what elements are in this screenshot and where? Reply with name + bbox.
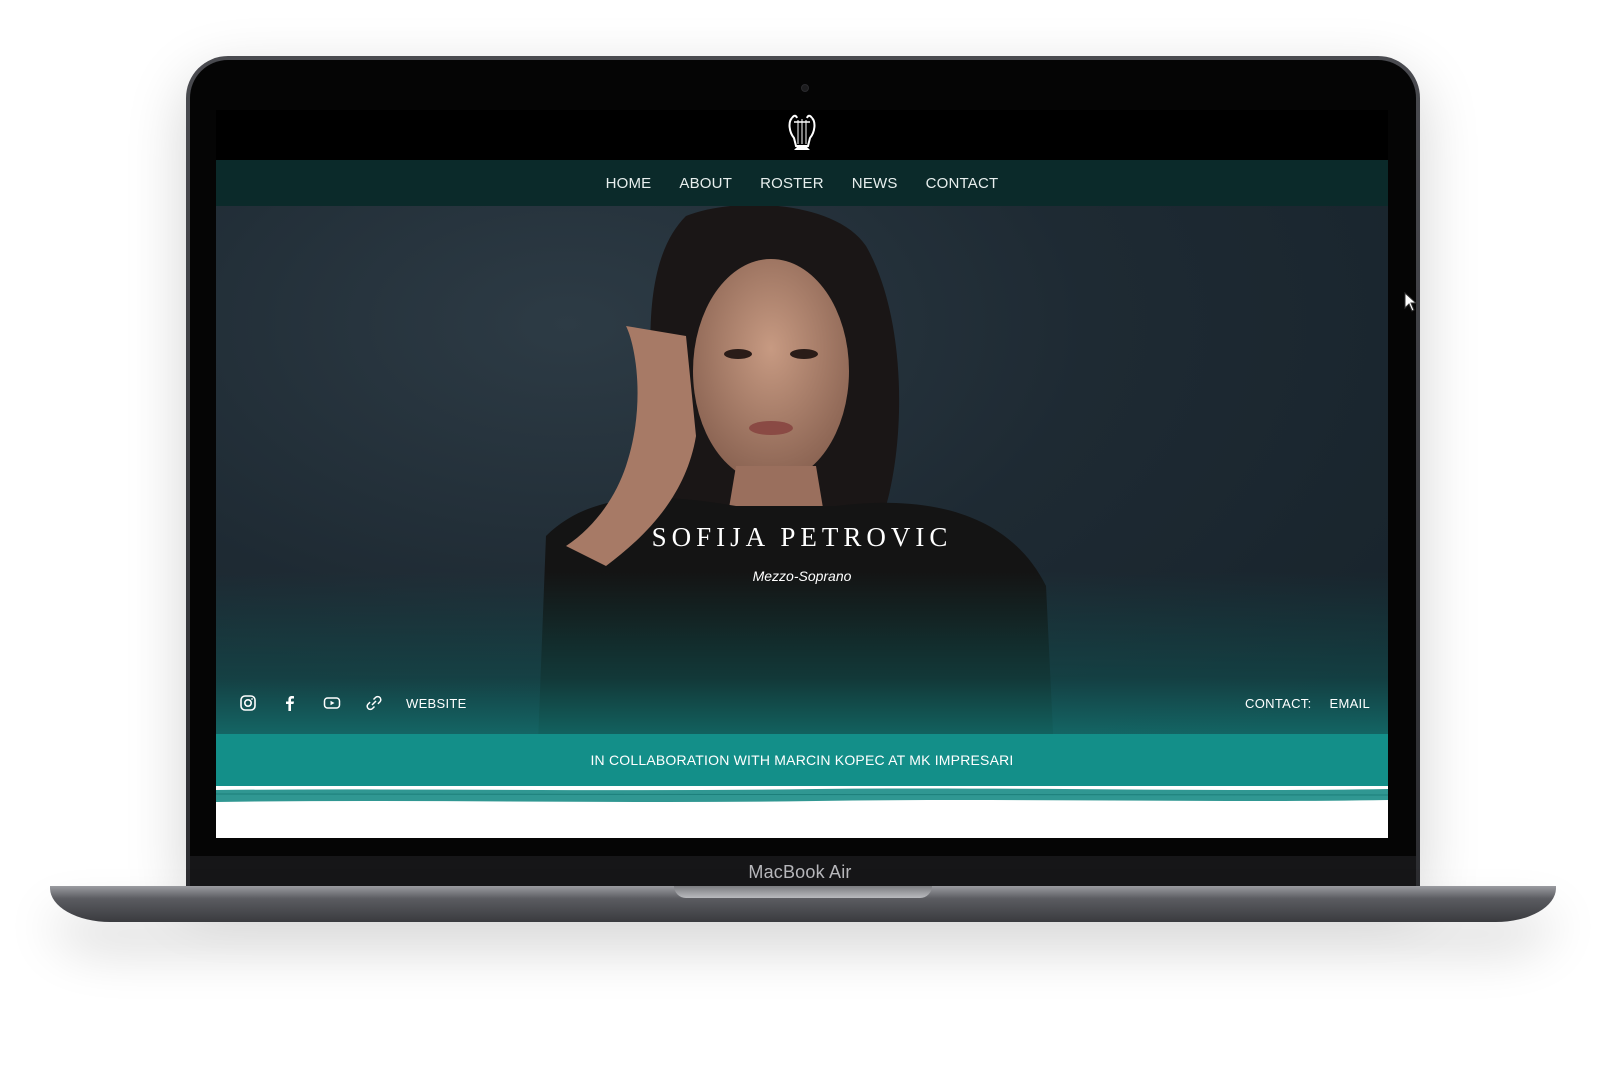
artist-voice-type: Mezzo-Soprano xyxy=(752,568,852,584)
nav-contact[interactable]: CONTACT xyxy=(926,175,999,192)
artist-name: SOFIJA PETROVIC xyxy=(651,522,953,552)
collaboration-band: IN COLLABORATION WITH MARCIN KOPEC AT MK… xyxy=(216,734,1388,786)
logo-bar xyxy=(216,110,1388,160)
camera-icon xyxy=(801,84,809,92)
link-icon[interactable] xyxy=(364,693,384,713)
email-link[interactable]: EMAIL xyxy=(1329,696,1370,711)
lyre-icon[interactable] xyxy=(784,112,820,156)
collaboration-text: IN COLLABORATION WITH MARCIN KOPEC AT MK… xyxy=(590,752,1014,768)
social-links: WEBSITE xyxy=(238,692,467,714)
brush-stroke-divider xyxy=(216,788,1388,802)
website-screen: HOME ABOUT ROSTER NEWS CONTACT SOFIJA PE… xyxy=(216,110,1388,838)
nav-about[interactable]: ABOUT xyxy=(679,175,732,192)
laptop-notch xyxy=(674,886,932,898)
main-nav: HOME ABOUT ROSTER NEWS CONTACT xyxy=(216,160,1388,206)
website-link[interactable]: WEBSITE xyxy=(406,696,467,711)
contact-links: CONTACT: EMAIL xyxy=(1245,692,1370,714)
nav-home[interactable]: HOME xyxy=(606,175,652,192)
page-stage: HOME ABOUT ROSTER NEWS CONTACT SOFIJA PE… xyxy=(0,0,1600,1076)
facebook-icon[interactable] xyxy=(280,693,300,713)
device-label: MacBook Air xyxy=(748,862,852,882)
youtube-icon[interactable] xyxy=(322,693,342,713)
mouse-cursor-icon xyxy=(1404,292,1418,312)
nav-roster[interactable]: ROSTER xyxy=(760,175,824,192)
hero-section: SOFIJA PETROVIC Mezzo-Soprano WEBSITE CO… xyxy=(216,206,1388,796)
instagram-icon[interactable] xyxy=(238,693,258,713)
contact-label: CONTACT: xyxy=(1245,695,1312,711)
nav-news[interactable]: NEWS xyxy=(852,175,898,192)
